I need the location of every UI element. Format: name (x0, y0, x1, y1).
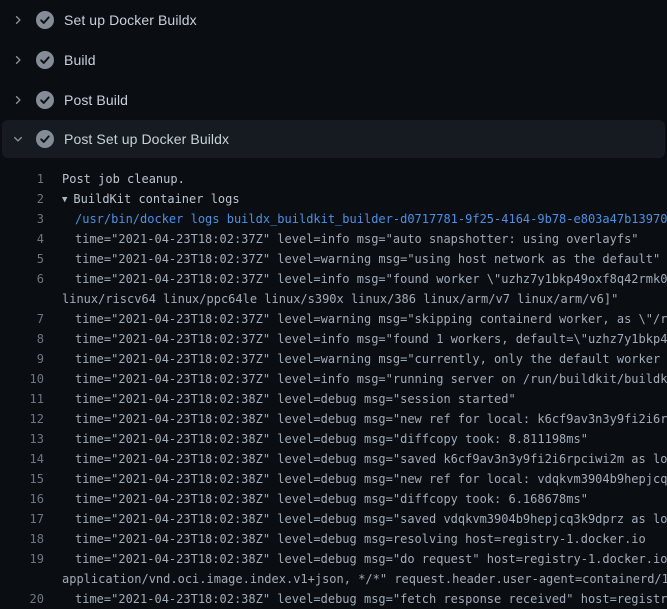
log-text: time="2021-04-23T18:02:38Z" level=debug … (75, 449, 667, 469)
log-text: time="2021-04-23T18:02:38Z" level=debug … (75, 549, 667, 569)
log-text: time="2021-04-23T18:02:38Z" level=debug … (75, 509, 667, 529)
log-text: linux/riscv64 linux/ppc64le linux/s390x … (62, 289, 618, 309)
line-number (0, 289, 44, 309)
log-line-17: 17 time="2021-04-23T18:02:38Z" level=debu… (0, 509, 667, 529)
log-line-16: 16 time="2021-04-23T18:02:38Z" level=debu… (0, 489, 667, 509)
log-text: time="2021-04-23T18:02:38Z" level=debug … (75, 589, 667, 609)
step-label: Post Build (64, 92, 128, 108)
line-number[interactable]: 4 (0, 229, 44, 249)
log-line-8: 8 time="2021-04-23T18:02:37Z" level=info … (0, 329, 667, 349)
step-row-build[interactable]: Build (0, 40, 667, 80)
log-line-7: 7 time="2021-04-23T18:02:37Z" level=warni… (0, 309, 667, 329)
line-number[interactable]: 10 (0, 369, 44, 389)
step-row-set-up-docker-buildx[interactable]: Set up Docker Buildx (0, 0, 667, 40)
log-text: time="2021-04-23T18:02:37Z" level=warnin… (75, 309, 667, 329)
log-line-12: 12 time="2021-04-23T18:02:38Z" level=debu… (0, 409, 667, 429)
check-circle-icon (36, 91, 54, 109)
chevron-right-icon (10, 52, 26, 68)
line-number[interactable]: 2 (0, 189, 44, 209)
line-number[interactable]: 18 (0, 529, 44, 549)
log-text: time="2021-04-23T18:02:38Z" level=debug … (75, 489, 588, 509)
step-row-post-build[interactable]: Post Build (0, 80, 667, 120)
line-number[interactable]: 12 (0, 409, 44, 429)
step-label: Build (64, 52, 96, 68)
log-text: time="2021-04-23T18:02:37Z" level=info m… (75, 269, 667, 289)
line-number[interactable]: 7 (0, 309, 44, 329)
log-text: ▼ BuildKit container logs (62, 189, 240, 209)
check-circle-icon (36, 51, 54, 69)
line-number[interactable]: 17 (0, 509, 44, 529)
step-label: Set up Docker Buildx (64, 12, 197, 28)
log-line-continuation: application/vnd.oci.image.index.v1+json,… (0, 569, 667, 589)
log-text: time="2021-04-23T18:02:37Z" level=warnin… (75, 249, 660, 269)
log-line-10: 10 time="2021-04-23T18:02:37Z" level=info… (0, 369, 667, 389)
log-group-title: BuildKit container logs (73, 192, 239, 206)
log-line-3: 3/usr/bin/docker logs buildx_buildkit_bu… (0, 209, 667, 229)
log-line-9: 9 time="2021-04-23T18:02:37Z" level=warni… (0, 349, 667, 369)
chevron-down-icon (10, 131, 26, 147)
log-text: time="2021-04-23T18:02:38Z" level=debug … (75, 409, 667, 429)
log-line-20: 20 time="2021-04-23T18:02:38Z" level=debu… (0, 589, 667, 609)
line-number[interactable]: 14 (0, 449, 44, 469)
steps-list: Set up Docker Buildx Build Post Build Post … (0, 0, 667, 158)
log-text: time="2021-04-23T18:02:37Z" level=info m… (75, 329, 667, 349)
line-number[interactable]: 8 (0, 329, 44, 349)
line-number[interactable]: 20 (0, 589, 44, 609)
log-line-2: 2 ▼ BuildKit container logs (0, 189, 667, 209)
log-text: application/vnd.oci.image.index.v1+json,… (62, 569, 667, 589)
chevron-right-icon (10, 12, 26, 28)
line-number[interactable]: 11 (0, 389, 44, 409)
log-text: time="2021-04-23T18:02:38Z" level=debug … (75, 469, 667, 489)
log-text: time="2021-04-23T18:02:38Z" level=debug … (75, 389, 516, 409)
step-row-post-set-up-docker-buildx[interactable]: Post Set up Docker Buildx (2, 120, 665, 158)
log-line-14: 14 time="2021-04-23T18:02:38Z" level=debu… (0, 449, 667, 469)
log-output: 1 Post job cleanup. 2 ▼ BuildKit container l… (0, 158, 667, 609)
triangle-down-icon[interactable]: ▼ (62, 190, 67, 209)
line-number[interactable]: 3 (0, 209, 44, 229)
line-number[interactable]: 9 (0, 349, 44, 369)
log-line-1: 1 Post job cleanup. (0, 169, 667, 189)
line-number[interactable]: 19 (0, 549, 44, 569)
log-text: time="2021-04-23T18:02:38Z" level=debug … (75, 529, 646, 549)
line-number[interactable]: 15 (0, 469, 44, 489)
log-text: time="2021-04-23T18:02:37Z" level=info m… (75, 369, 667, 389)
log-line-4: 4 time="2021-04-23T18:02:37Z" level=info … (0, 229, 667, 249)
log-line-19: 19 time="2021-04-23T18:02:38Z" level=debu… (0, 549, 667, 569)
log-line-6: 6 time="2021-04-23T18:02:37Z" level=info … (0, 269, 667, 289)
log-line-5: 5 time="2021-04-23T18:02:37Z" level=warni… (0, 249, 667, 269)
line-number[interactable]: 1 (0, 169, 44, 189)
check-circle-icon (36, 11, 54, 29)
log-text: time="2021-04-23T18:02:38Z" level=debug … (75, 429, 588, 449)
log-text: time="2021-04-23T18:02:37Z" level=info m… (75, 229, 639, 249)
log-line-13: 13 time="2021-04-23T18:02:38Z" level=debu… (0, 429, 667, 449)
log-line-continuation: linux/riscv64 linux/ppc64le linux/s390x … (0, 289, 667, 309)
line-number (0, 569, 44, 589)
log-line-11: 11 time="2021-04-23T18:02:38Z" level=debu… (0, 389, 667, 409)
log-command-text: /usr/bin/docker logs buildx_buildkit_bui… (75, 209, 667, 229)
log-line-15: 15 time="2021-04-23T18:02:38Z" level=debu… (0, 469, 667, 489)
line-number[interactable]: 16 (0, 489, 44, 509)
step-label: Post Set up Docker Buildx (64, 131, 229, 147)
log-text: time="2021-04-23T18:02:37Z" level=warnin… (75, 349, 667, 369)
line-number[interactable]: 5 (0, 249, 44, 269)
log-text: Post job cleanup. (62, 169, 185, 189)
chevron-right-icon (10, 92, 26, 108)
check-circle-icon (36, 130, 54, 148)
line-number[interactable]: 6 (0, 269, 44, 289)
log-line-18: 18 time="2021-04-23T18:02:38Z" level=debu… (0, 529, 667, 549)
line-number[interactable]: 13 (0, 429, 44, 449)
